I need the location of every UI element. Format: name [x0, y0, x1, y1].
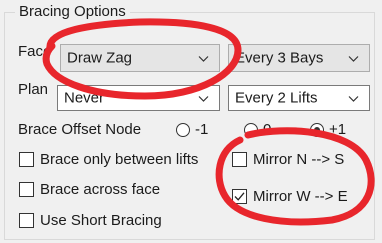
- mirror-we-label: Mirror W --> E: [253, 188, 348, 205]
- checkmark-icon: [234, 192, 245, 201]
- offset-radio-plus-1[interactable]: [310, 123, 324, 137]
- brace-across-face-checkbox[interactable]: [19, 182, 34, 197]
- plan-pattern-dropdown[interactable]: Never: [57, 85, 220, 111]
- offset-radio-0[interactable]: [244, 123, 258, 137]
- mirror-ns-label: Mirror N --> S: [253, 151, 345, 168]
- face-pattern-value: Draw Zag: [67, 49, 133, 67]
- face-interval-value: Every 3 Bays: [235, 49, 324, 67]
- offset-radio-minus-1[interactable]: [176, 123, 190, 137]
- offset-option-0-label: 0: [263, 121, 272, 138]
- chevron-down-icon: [198, 50, 209, 67]
- brace-between-lifts-label: Brace only between lifts: [40, 151, 199, 168]
- chevron-down-icon: [198, 90, 209, 107]
- offset-option-minus-1-label: -1: [195, 121, 209, 138]
- use-short-bracing-label: Use Short Bracing: [40, 212, 162, 229]
- group-title: Bracing Options: [15, 3, 130, 20]
- mirror-ns-checkbox[interactable]: [232, 152, 247, 167]
- chevron-down-icon: [348, 90, 359, 107]
- brace-across-face-label: Brace across face: [40, 181, 161, 198]
- plan-interval-dropdown[interactable]: Every 2 Lifts: [228, 85, 370, 111]
- mirror-we-checkbox[interactable]: [232, 189, 247, 204]
- brace-offset-label: Brace Offset Node: [18, 121, 142, 138]
- face-pattern-dropdown[interactable]: Draw Zag: [60, 44, 220, 72]
- face-interval-dropdown[interactable]: Every 3 Bays: [228, 44, 370, 72]
- chevron-down-icon: [348, 50, 359, 67]
- brace-between-lifts-checkbox[interactable]: [19, 152, 34, 167]
- plan-interval-value: Every 2 Lifts: [235, 89, 318, 107]
- offset-option-plus-1-label: +1: [329, 121, 347, 138]
- plan-label: Plan: [18, 81, 49, 98]
- plan-pattern-value: Never: [64, 89, 105, 107]
- face-label: Face: [18, 43, 52, 60]
- use-short-bracing-checkbox[interactable]: [19, 213, 34, 228]
